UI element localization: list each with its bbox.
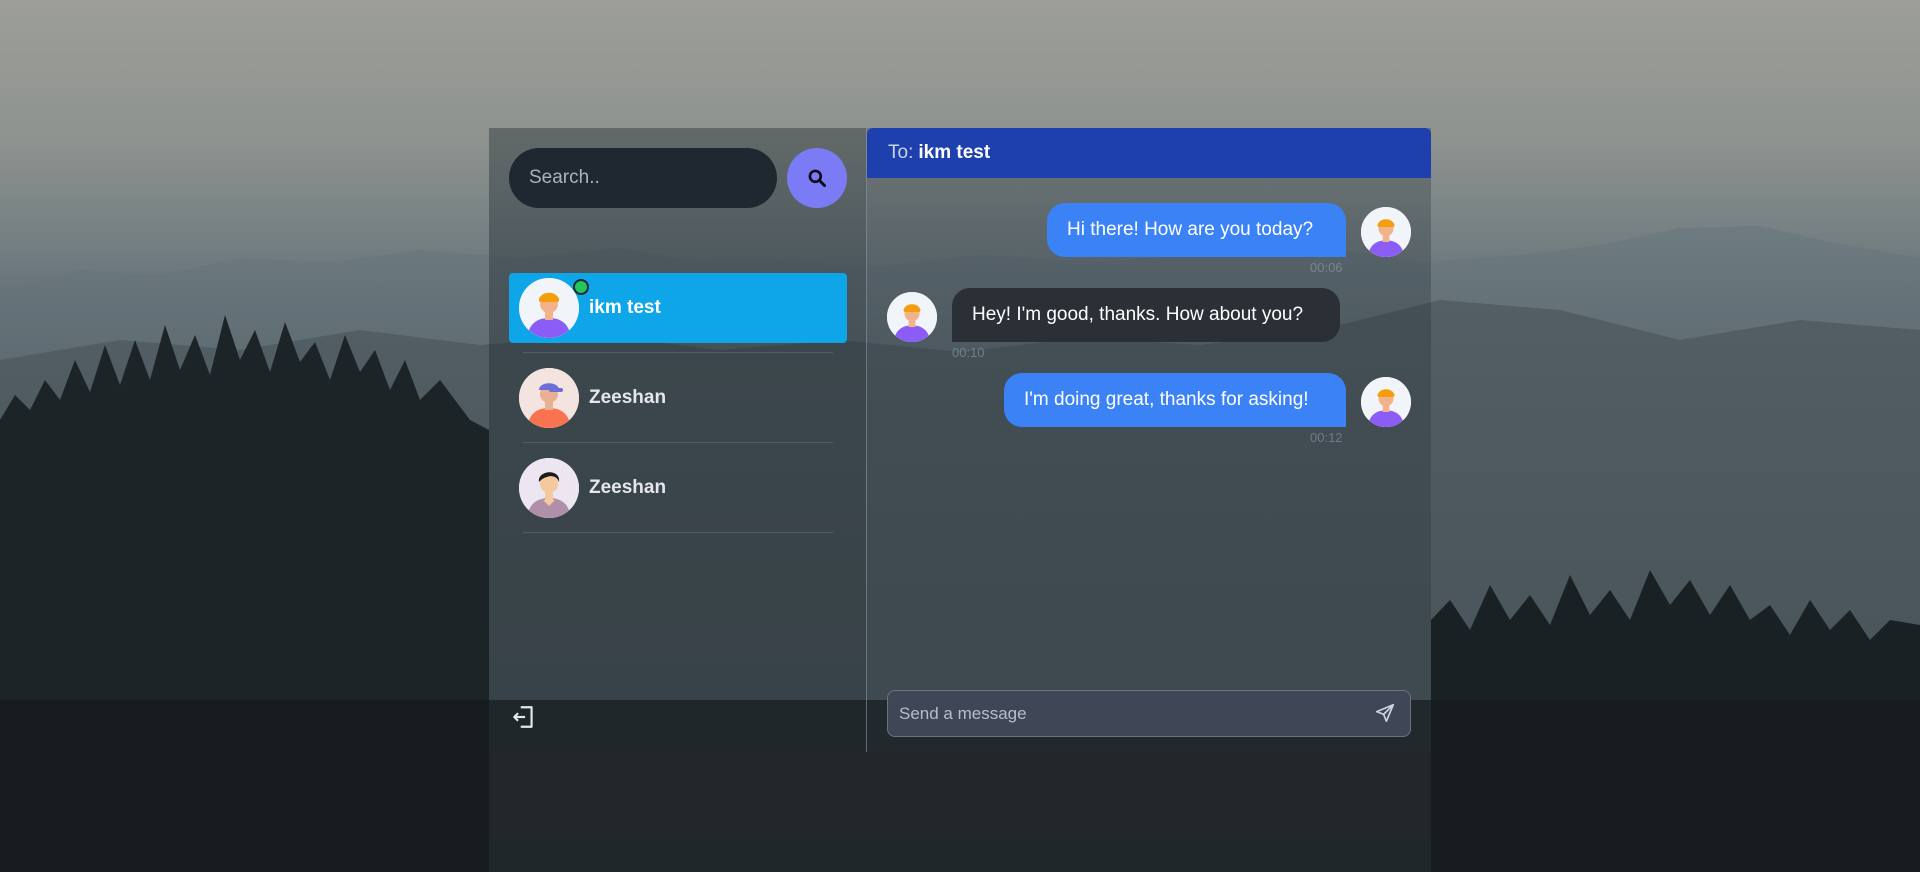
avatar <box>519 278 579 338</box>
avatar-icon <box>1361 377 1411 427</box>
avatar <box>1361 207 1411 257</box>
conversation-name: Zeeshan <box>589 477 667 498</box>
logout-icon <box>513 706 533 728</box>
conversation-item-zeeshan[interactable]: Zeeshan <box>509 453 847 533</box>
message-timestamp: 00:12 <box>1310 430 1343 445</box>
send-button[interactable] <box>1373 702 1397 726</box>
chat-header: To: ikm test <box>867 128 1431 178</box>
search-button[interactable] <box>787 148 847 208</box>
sidebar: ikm test Zeeshan <box>489 128 867 752</box>
message-bubble: Hey! I'm good, thanks. How about you? <box>952 288 1340 342</box>
search-icon <box>808 169 826 187</box>
message-timestamp: 00:10 <box>952 345 985 360</box>
chat-app: ikm test Zeeshan <box>489 128 1431 752</box>
search-bar <box>509 148 847 208</box>
avatar <box>519 368 579 428</box>
avatar-icon <box>1361 207 1411 257</box>
message-bubble: Hi there! How are you today? <box>1047 203 1346 257</box>
conversation-item-ikm-test[interactable]: ikm test <box>509 273 847 353</box>
avatar-icon <box>519 278 579 338</box>
message-input[interactable] <box>888 691 1358 736</box>
online-status-indicator <box>573 279 589 295</box>
avatar <box>887 292 937 342</box>
recipient-name: ikm test <box>918 142 991 163</box>
conversation-list: ikm test Zeeshan Zeeshan <box>509 273 847 543</box>
message-bubble: I'm doing great, thanks for asking! <box>1004 373 1346 427</box>
conversation-item-zeeshan[interactable]: Zeeshan <box>509 363 847 443</box>
avatar-icon <box>519 368 579 428</box>
avatar <box>1361 377 1411 427</box>
conversation-name: Zeeshan <box>589 387 667 408</box>
chat-panel: To: ikm test Hi there! How are you today… <box>867 128 1431 752</box>
avatar-icon <box>887 292 937 342</box>
recipient-label: To: <box>888 142 914 163</box>
avatar <box>519 458 579 518</box>
send-icon <box>1375 703 1395 723</box>
message-timestamp: 00:06 <box>1310 260 1343 275</box>
avatar-icon <box>519 458 579 518</box>
search-input[interactable] <box>509 148 777 208</box>
message-composer <box>887 690 1411 737</box>
conversation-name: ikm test <box>589 297 661 318</box>
logout-button[interactable] <box>509 702 539 732</box>
